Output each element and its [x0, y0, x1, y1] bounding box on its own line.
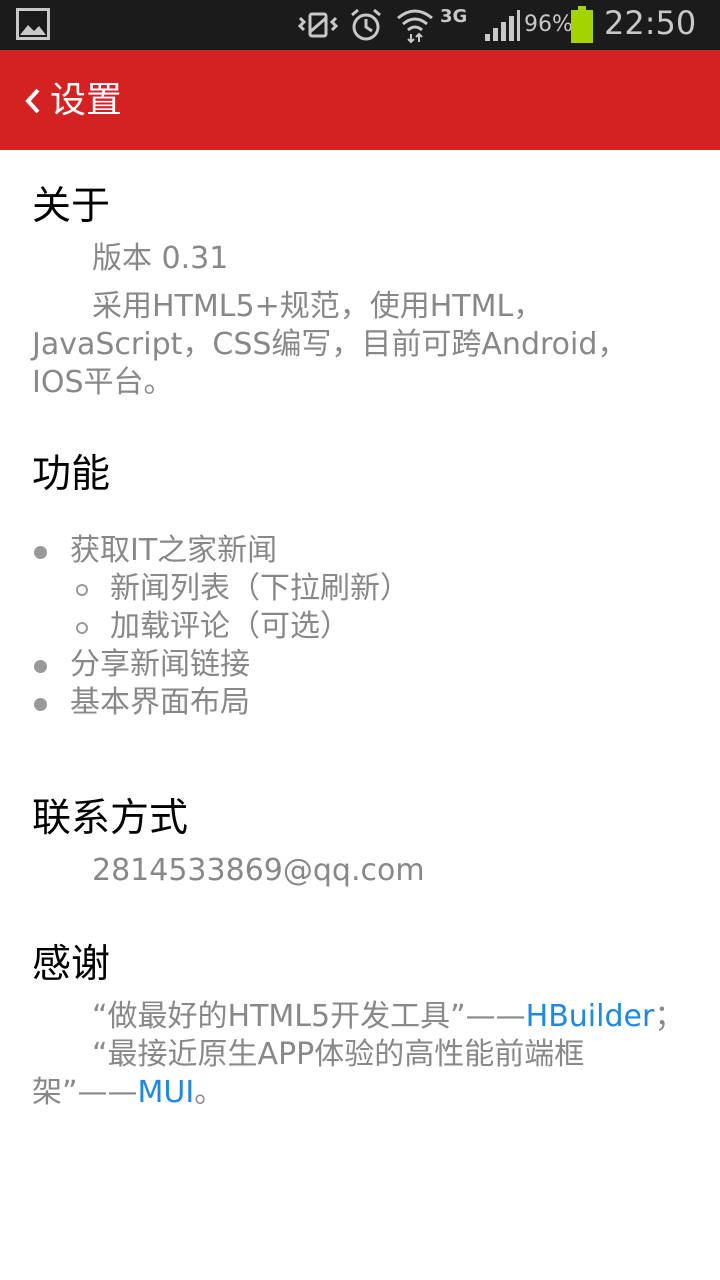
thanks-line-1-suffix: ； — [654, 999, 685, 1034]
about-description-line-2: JavaScript，CSS编写，目前可跨Android， — [32, 327, 628, 362]
feature-subitem: 加载评论（可选） — [110, 609, 350, 644]
bullet-dot — [34, 660, 47, 673]
bullet-dot — [34, 546, 47, 559]
contact-email: 2814533869@qq.com — [92, 853, 425, 888]
section-title-features: 功能 — [32, 452, 111, 497]
section-title-contact: 联系方式 — [32, 796, 189, 841]
back-button[interactable]: 设置 — [22, 76, 162, 126]
battery-percent-label: 96% — [524, 12, 573, 37]
thanks-line-2: “最接近原生APP体验的高性能前端框 — [92, 1037, 585, 1072]
bullet-circle — [76, 622, 88, 634]
section-title-thanks: 感谢 — [32, 942, 111, 987]
feature-item: 基本界面布局 — [70, 685, 250, 720]
thanks-line-3-text: 架”—— — [32, 1075, 138, 1110]
thanks-line-3: 架”——MUI。 — [32, 1074, 692, 1112]
app-header: 设置 — [0, 50, 720, 150]
wifi-icon — [397, 9, 433, 44]
alarm-icon — [351, 8, 381, 41]
status-bar: 3G 96% 22:50 — [0, 0, 720, 50]
gallery-notification-icon — [16, 8, 50, 40]
battery-icon — [571, 6, 593, 43]
vibrate-icon — [298, 12, 338, 38]
feature-item: 获取IT之家新闻 — [70, 533, 278, 568]
bullet-circle — [76, 584, 88, 596]
feature-subitem: 新闻列表（下拉刷新） — [110, 571, 410, 606]
page-title: 设置 — [50, 80, 123, 121]
mui-link[interactable]: MUI — [138, 1075, 195, 1110]
thanks-line-1: “做最好的HTML5开发工具”——HBuilder； — [32, 998, 692, 1036]
about-version: 版本 0.31 — [92, 241, 229, 276]
thanks-line-1-text: “做最好的HTML5开发工具”—— — [92, 999, 526, 1034]
about-description-line-3: IOS平台。 — [32, 365, 174, 400]
signal-strength-icon — [485, 10, 520, 41]
network-type-label: 3G — [440, 6, 468, 27]
hbuilder-link[interactable]: HBuilder — [526, 999, 655, 1034]
bullet-dot — [34, 698, 47, 711]
feature-item: 分享新闻链接 — [70, 647, 250, 682]
chevron-left-icon — [25, 88, 40, 114]
thanks-line-3-suffix: 。 — [194, 1075, 225, 1110]
about-description-line-1: 采用HTML5+规范，使用HTML， — [92, 289, 544, 324]
clock-label: 22:50 — [604, 4, 697, 42]
section-title-about: 关于 — [32, 184, 111, 229]
